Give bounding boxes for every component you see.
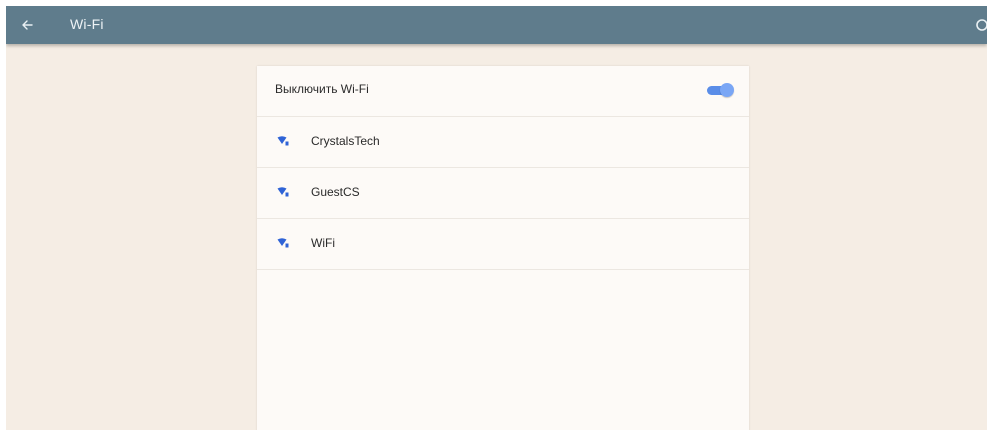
app-bar: Wi-Fi xyxy=(6,6,987,44)
switch-thumb xyxy=(720,83,734,97)
overflow-button[interactable] xyxy=(972,15,987,35)
overflow-icon xyxy=(976,19,987,31)
page-title: Wi-Fi xyxy=(70,16,104,32)
arrow-back-icon xyxy=(22,20,33,30)
network-item[interactable]: GuestCS xyxy=(257,168,749,219)
wifi-settings-card: Выключить Wi-Fi CrystalsTech GuestCS WiF… xyxy=(257,66,749,430)
wifi-toggle-label: Выключить Wi-Fi xyxy=(275,82,369,96)
network-name: CrystalsTech xyxy=(311,134,380,148)
network-name: WiFi xyxy=(311,236,335,250)
back-button[interactable] xyxy=(12,10,42,40)
network-name: GuestCS xyxy=(311,185,360,199)
network-item[interactable]: WiFi xyxy=(257,219,749,270)
wifi-signal-icon xyxy=(277,136,289,146)
wifi-toggle-row[interactable]: Выключить Wi-Fi xyxy=(257,66,749,117)
screen: Wi-Fi Выключить Wi-Fi CrystalsTech Guest… xyxy=(6,6,987,430)
network-item[interactable]: CrystalsTech xyxy=(257,117,749,168)
wifi-switch[interactable] xyxy=(707,83,734,97)
wifi-signal-icon xyxy=(277,238,289,248)
wifi-signal-icon xyxy=(277,187,289,197)
